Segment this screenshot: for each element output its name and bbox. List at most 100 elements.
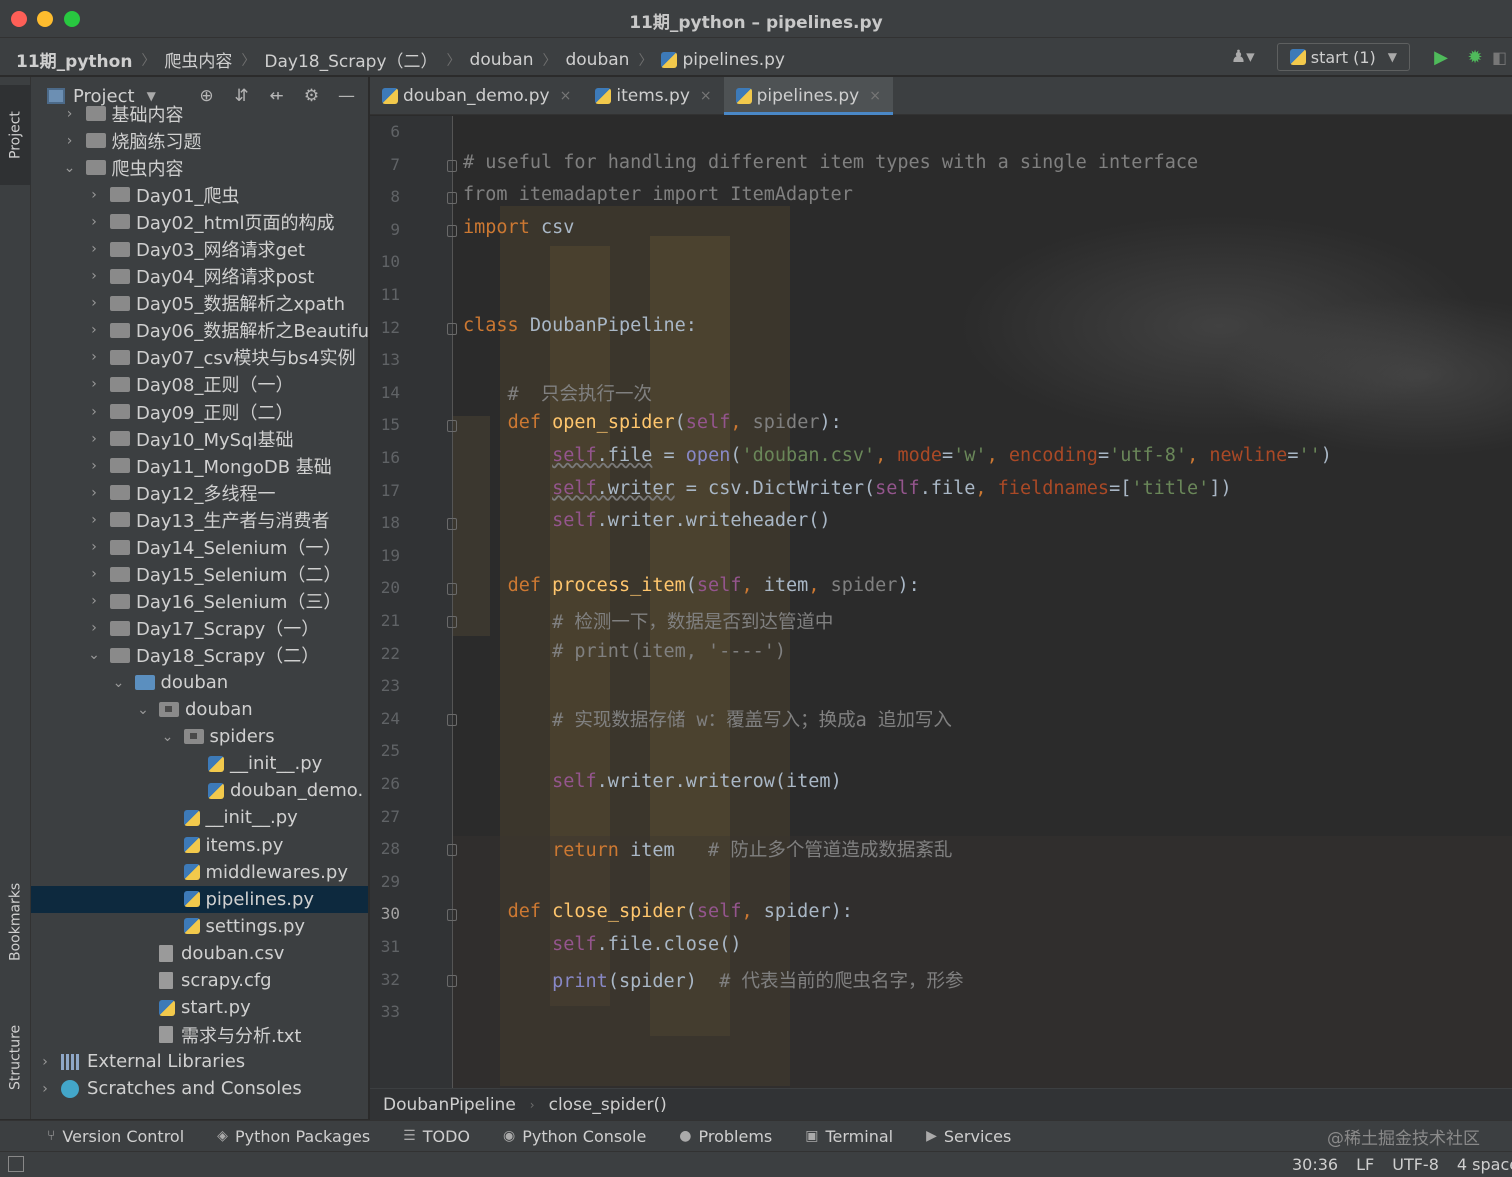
tool-window-button[interactable]: ◈ Python Packages xyxy=(217,1127,370,1146)
close-tab-icon[interactable]: × xyxy=(700,88,712,104)
fold-marker-icon[interactable] xyxy=(447,844,457,857)
chevron-right-icon[interactable]: › xyxy=(86,241,102,257)
tree-item[interactable]: › Day12_多线程一 xyxy=(31,479,368,506)
tree-item[interactable]: ⌄ douban xyxy=(31,696,368,723)
chevron-right-icon[interactable]: › xyxy=(86,295,102,311)
chevron-right-icon[interactable]: › xyxy=(86,458,102,474)
nav-crumb[interactable]: douban xyxy=(470,50,534,70)
chevron-right-icon[interactable]: › xyxy=(86,485,102,501)
chevron-right-icon[interactable]: › xyxy=(37,1054,53,1070)
chevron-down-icon[interactable]: ⌄ xyxy=(62,160,78,176)
user-icon[interactable]: ♟▾ xyxy=(1223,47,1263,67)
fold-marker-icon[interactable] xyxy=(447,224,457,237)
code-line[interactable]: # useful for handling different item typ… xyxy=(463,152,1198,173)
code-editor[interactable]: 6 7 # useful for handling different item t… xyxy=(370,116,1512,1088)
code-line[interactable]: self.writer = csv.DictWriter(self.file, … xyxy=(463,478,1231,499)
toggle-tool-windows-icon[interactable] xyxy=(8,1156,24,1172)
code-line[interactable]: self.writer.writerow(item) xyxy=(463,771,842,792)
tree-item[interactable]: › External Libraries xyxy=(31,1048,368,1075)
nav-crumb[interactable]: douban xyxy=(565,50,629,70)
run-configuration-select[interactable]: start (1) ▼ xyxy=(1276,43,1410,71)
tree-item[interactable]: ⌄ 爬虫内容 xyxy=(31,154,368,181)
chevron-right-icon[interactable]: › xyxy=(86,620,102,636)
chevron-right-icon[interactable]: › xyxy=(86,512,102,528)
tree-item[interactable]: ⌄ spiders xyxy=(31,723,368,750)
tree-item[interactable]: douban_demo. xyxy=(31,777,368,804)
code-line[interactable]: self.writer.writeheader() xyxy=(463,510,830,531)
structure-tool-tab[interactable]: Structure xyxy=(0,1002,31,1112)
chevron-down-icon[interactable]: ⌄ xyxy=(135,702,151,718)
code-line[interactable]: def open_spider(self, spider): xyxy=(463,412,842,433)
tool-window-button[interactable]: ☰ TODO xyxy=(403,1127,470,1146)
fold-marker-icon[interactable] xyxy=(447,159,457,172)
code-line[interactable]: self.file.close() xyxy=(463,934,741,955)
fold-marker-icon[interactable] xyxy=(447,616,457,628)
tree-item[interactable]: › Day16_Selenium（三） xyxy=(31,588,368,615)
tree-item[interactable]: ⌄ douban xyxy=(31,669,368,696)
chevron-right-icon[interactable]: › xyxy=(62,133,78,149)
tree-item[interactable]: 需求与分析.txt xyxy=(31,1021,368,1048)
tree-item[interactable]: › Day06_数据解析之Beautifu xyxy=(31,317,368,344)
code-line[interactable]: return item # 防止多个管道造成数据紊乱 xyxy=(463,836,952,862)
editor-tab[interactable]: pipelines.py × xyxy=(723,77,894,115)
tree-item[interactable]: › Day13_生产者与消费者 xyxy=(31,506,368,533)
tree-item[interactable]: › Day15_Selenium（二） xyxy=(31,561,368,588)
chevron-down-icon[interactable]: ⌄ xyxy=(160,729,176,745)
code-line[interactable]: # 实现数据存储 w：覆盖写入；换成a 追加写入 xyxy=(463,706,952,732)
tree-item[interactable]: › Day09_正则（二） xyxy=(31,398,368,425)
tree-item[interactable]: › 烧脑练习题 xyxy=(31,127,368,154)
tree-item[interactable]: › Day04_网络请求post xyxy=(31,263,368,290)
chevron-right-icon[interactable]: › xyxy=(86,376,102,392)
tree-item[interactable]: › Day03_网络请求get xyxy=(31,235,368,262)
run-icon[interactable]: ▶ xyxy=(1424,47,1458,68)
fold-marker-icon[interactable] xyxy=(447,909,457,922)
chevron-right-icon[interactable]: › xyxy=(86,404,102,420)
editor-tab[interactable]: items.py × xyxy=(583,77,723,115)
tool-window-button[interactable]: ▣ Terminal xyxy=(805,1127,893,1146)
tree-item[interactable]: pipelines.py xyxy=(31,885,368,913)
tool-window-button[interactable]: ◉ Python Console xyxy=(503,1127,646,1146)
chevron-right-icon[interactable]: › xyxy=(37,1081,53,1097)
tree-item[interactable]: middlewares.py xyxy=(31,859,368,886)
code-line[interactable]: print(spider) # 代表当前的爬虫名字，形参 xyxy=(463,967,963,993)
chevron-right-icon[interactable]: › xyxy=(86,322,102,338)
tree-item[interactable]: › Day14_Selenium（一） xyxy=(31,534,368,561)
tree-item[interactable]: start.py xyxy=(31,994,368,1021)
file-encoding[interactable]: UTF-8 xyxy=(1392,1155,1439,1174)
tool-window-button[interactable]: ● Problems xyxy=(679,1127,772,1146)
tree-item[interactable]: › Day11_MongoDB 基础 xyxy=(31,452,368,479)
chevron-right-icon[interactable]: › xyxy=(86,539,102,555)
fold-marker-icon[interactable] xyxy=(447,974,457,987)
tree-item[interactable]: › Day01_爬虫 xyxy=(31,181,368,208)
breadcrumb-class[interactable]: DoubanPipeline xyxy=(383,1095,516,1115)
fold-marker-icon[interactable] xyxy=(447,192,457,205)
tree-item[interactable]: ⌄ Day18_Scrapy（二） xyxy=(31,642,368,669)
bookmarks-tool-tab[interactable]: Bookmarks xyxy=(0,857,31,987)
chevron-down-icon[interactable]: ⌄ xyxy=(86,647,102,663)
close-tab-icon[interactable]: × xyxy=(560,88,572,104)
tool-window-button[interactable]: ⑂ Version Control xyxy=(47,1127,184,1146)
editor-tab[interactable]: douban_demo.py × xyxy=(370,77,583,115)
code-line[interactable]: # print(item, '----') xyxy=(463,641,786,662)
tree-item[interactable]: › Day08_正则（一） xyxy=(31,371,368,398)
tree-item[interactable]: items.py xyxy=(31,832,368,859)
chevron-right-icon[interactable]: › xyxy=(86,566,102,582)
project-tool-tab[interactable]: Project xyxy=(0,85,31,185)
code-line[interactable]: self.file = open('douban.csv', mode='w',… xyxy=(463,445,1332,466)
indent-setting[interactable]: 4 spaces xyxy=(1457,1155,1512,1174)
fold-marker-icon[interactable] xyxy=(447,713,457,726)
tree-item[interactable]: settings.py xyxy=(31,913,368,940)
close-tab-icon[interactable]: × xyxy=(869,88,881,104)
chevron-down-icon[interactable]: ⌄ xyxy=(111,675,127,691)
fold-marker-icon[interactable] xyxy=(447,420,457,433)
tree-item[interactable]: › Day02_html页面的构成 xyxy=(31,208,368,235)
code-line[interactable]: # 只会执行一次 xyxy=(463,380,652,406)
tree-item[interactable]: __init__.py xyxy=(31,804,368,831)
nav-crumb[interactable]: pipelines.py xyxy=(682,50,785,70)
code-line[interactable]: def close_spider(self, spider): xyxy=(463,901,853,922)
caret-position[interactable]: 30:36 xyxy=(1292,1155,1338,1174)
line-separator[interactable]: LF xyxy=(1356,1155,1374,1174)
fold-marker-icon[interactable] xyxy=(447,322,457,335)
tree-item[interactable]: › Day17_Scrapy（一） xyxy=(31,615,368,642)
tree-item[interactable]: scrapy.cfg xyxy=(31,967,368,994)
